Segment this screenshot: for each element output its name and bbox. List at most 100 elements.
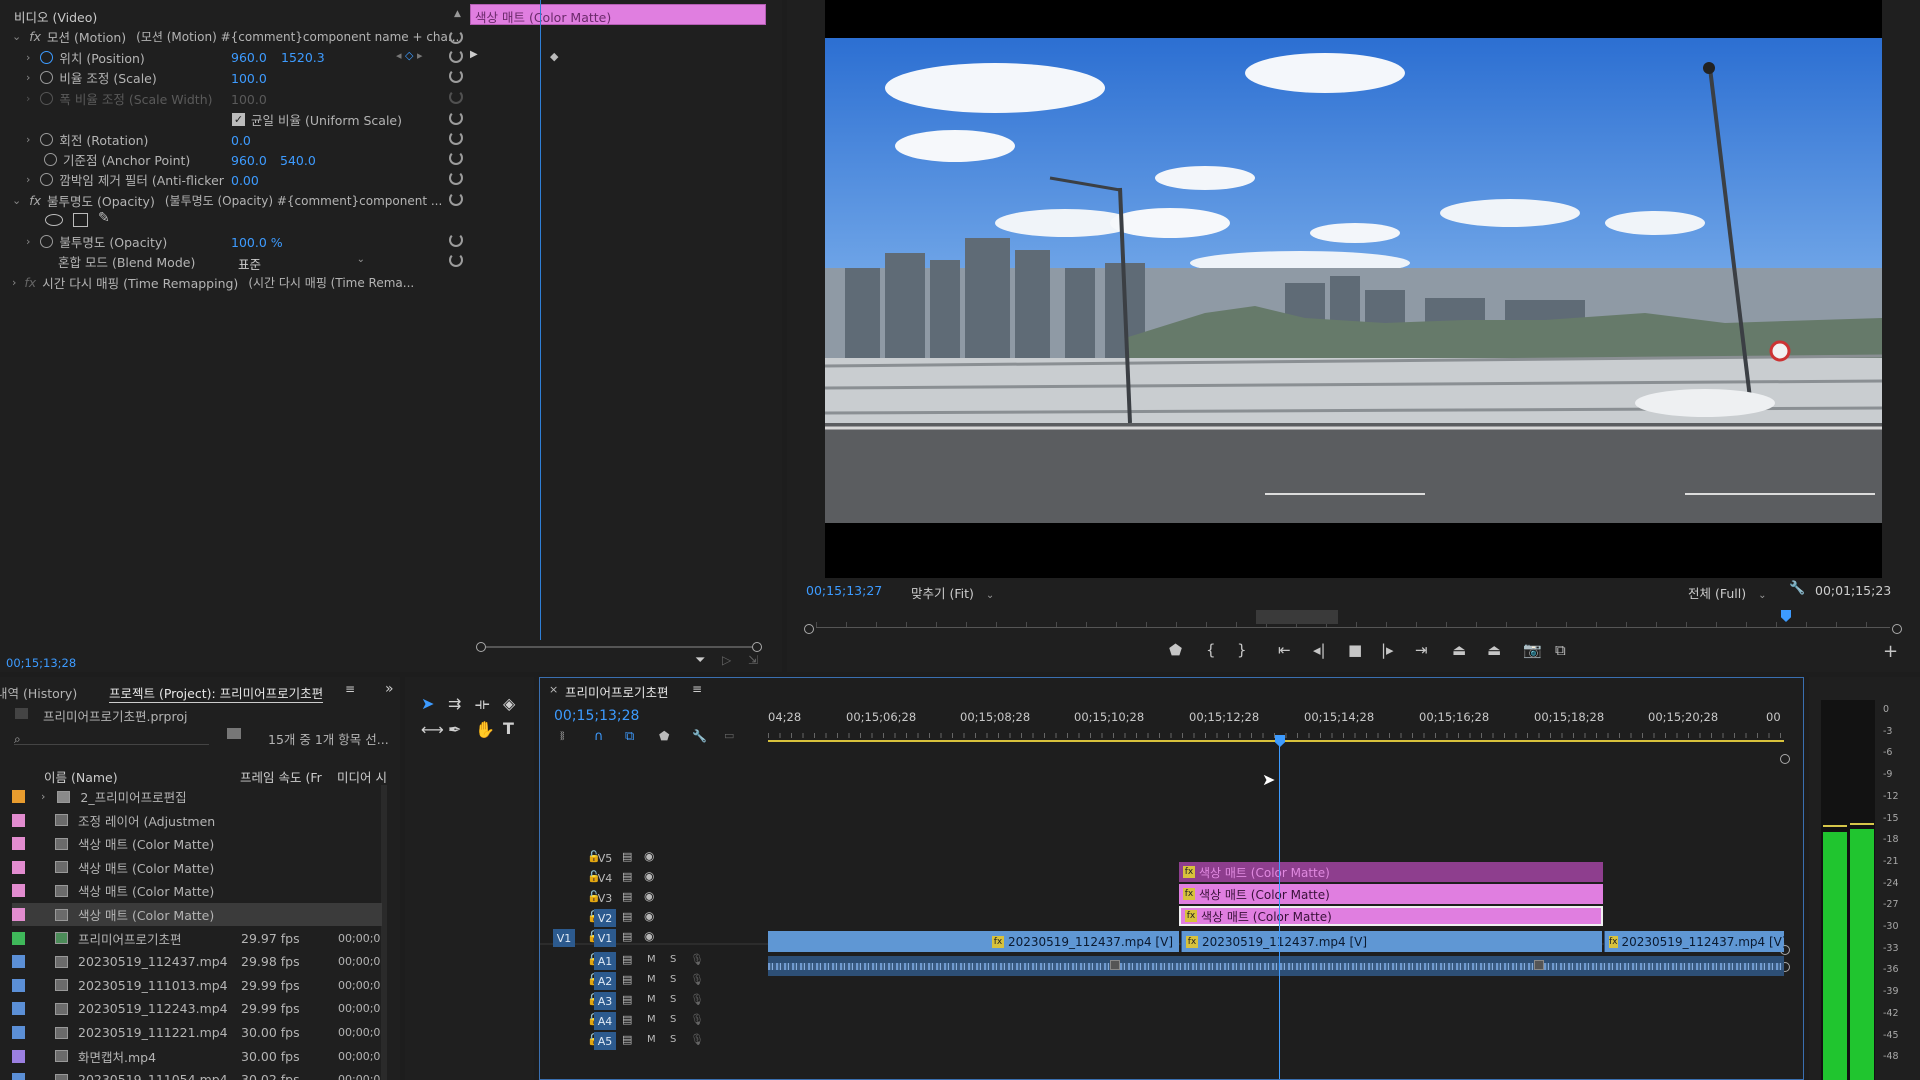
play-only-audio-icon[interactable]: ▷ bbox=[722, 653, 731, 667]
keyframe-nav-icon[interactable]: ◂ ◇ ▸ bbox=[396, 49, 423, 62]
mute-button[interactable]: M bbox=[647, 1034, 656, 1045]
microphone-icon[interactable]: 🎙 bbox=[690, 953, 704, 966]
audio-keyframe-icon[interactable] bbox=[1110, 960, 1120, 970]
scroll-handle-left[interactable] bbox=[476, 642, 486, 652]
reset-icon[interactable] bbox=[449, 150, 463, 169]
eye-icon[interactable]: ◉ bbox=[644, 849, 654, 863]
add-button-icon[interactable]: + bbox=[1883, 641, 1898, 662]
toggle-sync-lock-icon[interactable]: ▤ bbox=[622, 993, 632, 1006]
toggle-sync-lock-icon[interactable]: ▤ bbox=[622, 930, 632, 943]
clip-video-v1-3[interactable]: fx 20230519_112437.mp4 [V] bbox=[1604, 931, 1784, 952]
add-marker-icon[interactable]: ⬟ bbox=[659, 729, 669, 743]
tab-sequence[interactable]: 프리미어프로기초편 bbox=[565, 682, 669, 701]
clip-video-v1-1[interactable]: fx 20230519_112437.mp4 [V] bbox=[768, 931, 1179, 952]
tab-project[interactable]: 프로젝트 (Project): 프리미어프로기초편 bbox=[109, 683, 324, 703]
ruler-handle-right[interactable] bbox=[1892, 624, 1902, 634]
expand-chevron-icon[interactable]: ⌄ bbox=[12, 30, 21, 43]
search-input[interactable]: ⌕ bbox=[14, 728, 209, 746]
camera-icon[interactable]: 📷 bbox=[1523, 641, 1542, 659]
stopwatch-icon[interactable] bbox=[40, 172, 54, 186]
track-label-a2[interactable]: A2 bbox=[594, 972, 616, 990]
label-color-swatch[interactable] bbox=[12, 1049, 25, 1063]
solo-button[interactable]: S bbox=[670, 1014, 676, 1025]
toggle-sync-lock-icon[interactable]: ▤ bbox=[622, 870, 632, 883]
mark-in-icon[interactable]: { bbox=[1206, 641, 1216, 659]
stopwatch-icon[interactable] bbox=[40, 234, 54, 248]
solo-button[interactable]: S bbox=[670, 954, 676, 965]
expand-chevron-icon[interactable]: › bbox=[26, 235, 30, 248]
track-label-v3[interactable]: V3 bbox=[594, 889, 616, 907]
blend-mode-dropdown[interactable]: 표준 ⌄ bbox=[238, 254, 365, 273]
expand-chevron-icon[interactable]: › bbox=[26, 71, 30, 84]
position-y-value[interactable]: 1520.3 bbox=[281, 50, 325, 65]
clip-audio-a1[interactable] bbox=[768, 956, 1784, 976]
stopwatch-icon[interactable] bbox=[40, 132, 54, 146]
motion-row[interactable]: ⌄ fx 모션 (Motion) (모션 (Motion) #{comment}… bbox=[12, 26, 459, 46]
expand-chevron-icon[interactable]: › bbox=[26, 133, 30, 146]
program-playhead-icon[interactable] bbox=[1781, 610, 1791, 622]
microphone-icon[interactable]: 🎙 bbox=[690, 973, 704, 986]
step-forward-icon[interactable]: |▸ bbox=[1381, 641, 1394, 659]
reset-icon[interactable] bbox=[449, 48, 463, 67]
list-item[interactable]: 화면캡처.mp4 30.00 fps 00;00;0 bbox=[12, 1045, 382, 1068]
program-timecode[interactable]: 00;15;13;27 bbox=[806, 583, 882, 598]
solo-button[interactable]: S bbox=[670, 994, 676, 1005]
eye-icon[interactable]: ◉ bbox=[644, 909, 654, 923]
track-label-v1[interactable]: V1 bbox=[594, 929, 616, 947]
mute-button[interactable]: M bbox=[647, 954, 656, 965]
list-item[interactable]: 색상 매트 (Color Matte) bbox=[12, 879, 382, 902]
snap-icon[interactable]: ∩ bbox=[594, 729, 604, 744]
list-item[interactable]: 프리미어프로기초편 29.97 fps 00;00;0 bbox=[12, 927, 382, 950]
column-header-media[interactable]: 미디어 시 bbox=[337, 767, 387, 786]
list-item[interactable]: 조정 레이어 (Adjustmen bbox=[12, 809, 382, 832]
list-item[interactable]: 색상 매트 (Color Matte) bbox=[12, 903, 382, 926]
time-remapping-row[interactable]: › fx 시간 다시 매핑 (Time Remapping) (시간 다시 매핑… bbox=[12, 272, 414, 292]
expand-panels-icon[interactable]: » bbox=[385, 681, 394, 697]
toggle-sync-lock-icon[interactable]: ▤ bbox=[622, 890, 632, 903]
label-color-swatch[interactable] bbox=[12, 908, 25, 921]
list-item[interactable]: 색상 매트 (Color Matte) bbox=[12, 856, 382, 879]
expand-chevron-icon[interactable]: ⌄ bbox=[12, 194, 21, 207]
playhead-icon[interactable] bbox=[1275, 735, 1285, 747]
list-item[interactable]: 20230519_111054.mp4 30.02 fps 00;00;0 bbox=[12, 1068, 382, 1080]
column-header-fps[interactable]: 프레임 속도 (Fr bbox=[240, 767, 322, 786]
eye-icon[interactable]: ◉ bbox=[644, 929, 654, 943]
add-marker-icon[interactable]: ⬟ bbox=[1169, 641, 1182, 659]
ellipse-mask-icon[interactable] bbox=[45, 214, 63, 226]
label-color-swatch[interactable] bbox=[12, 813, 25, 827]
zoom-scrollbar[interactable] bbox=[476, 642, 762, 652]
label-color-swatch[interactable] bbox=[12, 790, 25, 803]
expand-chevron-icon[interactable]: › bbox=[26, 173, 30, 186]
track-label-a3[interactable]: A3 bbox=[594, 992, 616, 1010]
pen-mask-icon[interactable]: ✎ bbox=[98, 210, 110, 226]
toggle-sync-lock-icon[interactable]: ▤ bbox=[622, 910, 632, 923]
label-color-swatch[interactable] bbox=[12, 1002, 25, 1016]
label-color-swatch[interactable] bbox=[12, 931, 25, 945]
expand-chevron-icon[interactable]: › bbox=[41, 790, 45, 803]
extract-icon[interactable]: ⏏ bbox=[1487, 641, 1501, 659]
label-color-swatch[interactable] bbox=[12, 860, 25, 874]
microphone-icon[interactable]: 🎙 bbox=[690, 1013, 704, 1026]
opacity-effect-row[interactable]: ⌄ fx 불투명도 (Opacity) (불투명도 (Opacity) #{co… bbox=[12, 190, 442, 210]
expand-chevron-icon[interactable]: › bbox=[26, 51, 30, 64]
type-tool-icon[interactable]: T bbox=[503, 719, 514, 738]
track-label-v4[interactable]: V4 bbox=[594, 869, 616, 887]
resolution-dropdown[interactable]: 전체 (Full) ⌄ bbox=[1688, 583, 1766, 602]
track-select-tool-icon[interactable]: ⇉ bbox=[448, 694, 461, 713]
list-item[interactable]: 색상 매트 (Color Matte) bbox=[12, 832, 382, 855]
track-label-a5[interactable]: A5 bbox=[594, 1032, 616, 1050]
go-to-in-icon[interactable]: ⇤ bbox=[1278, 641, 1291, 659]
keyframe-diamond-icon[interactable]: ◆ bbox=[550, 50, 558, 63]
toggle-sync-lock-icon[interactable]: ▤ bbox=[622, 1013, 632, 1026]
clip-matte-v3[interactable]: fx 색상 매트 (Color Matte) bbox=[1179, 884, 1603, 904]
microphone-icon[interactable]: 🎙 bbox=[690, 993, 704, 1006]
reset-icon[interactable] bbox=[449, 110, 463, 129]
expand-chevron-icon[interactable]: › bbox=[12, 276, 16, 289]
microphone-icon[interactable]: 🎙 bbox=[690, 1033, 704, 1046]
comparison-view-icon[interactable]: ⧉ bbox=[1555, 641, 1566, 659]
new-bin-icon[interactable] bbox=[227, 728, 241, 739]
clip-matte-v2[interactable]: fx 색상 매트 (Color Matte) bbox=[1179, 906, 1603, 926]
track-label-v2[interactable]: V2 bbox=[594, 909, 616, 927]
opacity-value[interactable]: 100.0 % bbox=[231, 235, 283, 250]
reset-icon[interactable] bbox=[449, 252, 463, 271]
